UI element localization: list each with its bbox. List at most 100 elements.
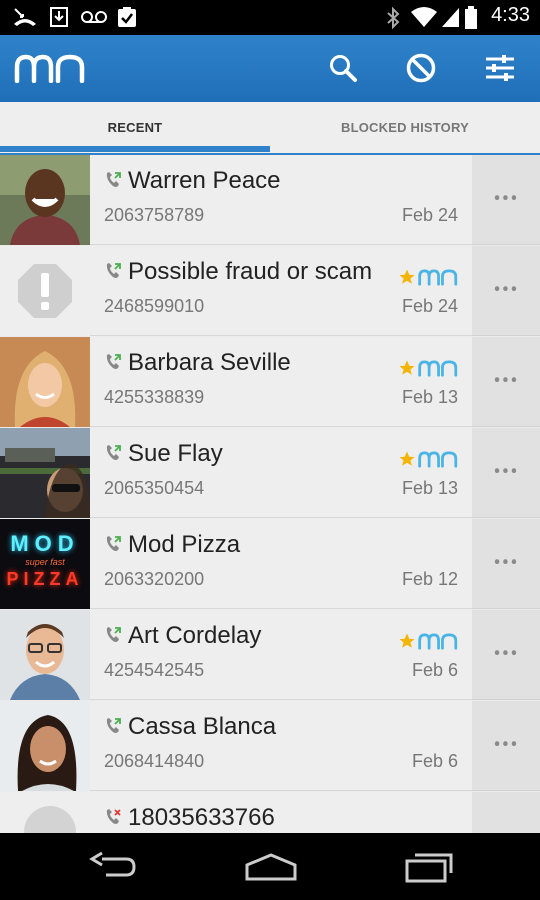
- outgoing-call-icon: [104, 444, 122, 466]
- call-row[interactable]: 18035633766: [0, 792, 472, 833]
- block-icon: [406, 53, 436, 83]
- more-options-button[interactable]: •••: [472, 337, 540, 427]
- clipboard-check-notification-icon: [116, 6, 138, 32]
- star-icon: [399, 269, 415, 284]
- community-badge: [398, 632, 458, 650]
- outgoing-call-icon: [104, 262, 122, 284]
- phone-number: 2063320200: [104, 569, 205, 589]
- list-item[interactable]: Sue Flay 2065350454 Feb 13 •••: [0, 428, 540, 518]
- more-options-button[interactable]: •••: [472, 519, 540, 609]
- contact-name: Barbara Seville: [128, 349, 291, 376]
- more-options-button[interactable]: •••: [472, 428, 540, 518]
- more-options-button[interactable]: •••: [472, 610, 540, 700]
- more-options-button[interactable]: •••: [472, 155, 540, 245]
- call-date: Feb 24: [401, 296, 458, 316]
- list-item[interactable]: Cassa Blanca 2068414840 Feb 6 •••: [0, 701, 540, 791]
- back-button[interactable]: [88, 851, 138, 887]
- call-row[interactable]: Barbara Seville 4255338839 Feb 13: [0, 337, 472, 427]
- neon-sign-text: MOD: [10, 531, 80, 556]
- call-row[interactable]: Art Cordelay 4254542545 Feb 6: [0, 610, 472, 700]
- status-bar: 4:33: [0, 0, 540, 35]
- system-nav-bar: [0, 833, 540, 900]
- clock: 4:33: [491, 4, 530, 26]
- avatar-photo: [0, 610, 90, 700]
- star-icon: [399, 451, 415, 466]
- search-icon: [330, 55, 357, 82]
- list-item[interactable]: Barbara Seville 4255338839 Feb 13 •••: [0, 337, 540, 427]
- avatar-photo: [0, 701, 90, 791]
- call-date: Feb 6: [411, 660, 458, 680]
- search-button[interactable]: [325, 50, 361, 86]
- list-item[interactable]: Art Cordelay 4254542545 Feb 6 •••: [0, 610, 540, 700]
- home-button[interactable]: [243, 851, 299, 887]
- app-logo-icon: [14, 53, 86, 87]
- outgoing-call-icon: [104, 171, 122, 193]
- more-options-button[interactable]: •••: [472, 246, 540, 336]
- neon-sign-text: PIZZA: [6, 569, 84, 589]
- call-list[interactable]: Warren Peace 2063758789 Feb 24 ••• Possi…: [0, 155, 540, 833]
- sliders-icon: [486, 55, 514, 81]
- warning-octagon-icon: [18, 264, 72, 318]
- contact-name: Cassa Blanca: [128, 713, 277, 740]
- phone-number: 2063758789: [104, 205, 205, 225]
- recent-apps-icon: [405, 853, 453, 883]
- avatar-photo: [0, 337, 90, 427]
- contact-name: Warren Peace: [128, 167, 281, 194]
- avatar-photo: MOD super fast PIZZA: [0, 519, 90, 609]
- call-date: Feb 12: [401, 569, 458, 589]
- community-badge: [398, 359, 458, 377]
- brand-logo-icon: [418, 451, 458, 468]
- download-notification-icon: [48, 6, 70, 32]
- more-options-button[interactable]: •••: [472, 701, 540, 791]
- contact-name: 18035633766: [128, 804, 275, 831]
- back-icon: [89, 851, 136, 877]
- bluetooth-icon: [385, 6, 401, 34]
- call-row[interactable]: Sue Flay 2065350454 Feb 13: [0, 428, 472, 518]
- contact-name: Art Cordelay: [128, 622, 262, 649]
- call-row[interactable]: Possible fraud or scam 2468599010 Feb 24: [0, 246, 472, 336]
- call-date: Feb 24: [401, 205, 458, 225]
- settings-button[interactable]: [482, 50, 518, 86]
- outgoing-call-icon: [104, 535, 122, 557]
- list-item[interactable]: Possible fraud or scam 2468599010 Feb 24…: [0, 246, 540, 336]
- outgoing-call-icon: [104, 717, 122, 739]
- avatar-placeholder: [0, 792, 90, 833]
- phone-number: 4254542545: [104, 660, 205, 680]
- star-icon: [399, 633, 415, 648]
- home-icon: [245, 853, 297, 881]
- brand-logo-icon: [418, 360, 458, 377]
- call-date: Feb 13: [401, 387, 458, 407]
- phone-number: 2068414840: [104, 751, 205, 771]
- tab-indicator: [0, 146, 270, 152]
- contact-name: Sue Flay: [128, 440, 223, 467]
- call-row[interactable]: Warren Peace 2063758789 Feb 24: [0, 155, 472, 245]
- call-row[interactable]: Cassa Blanca 2068414840 Feb 6: [0, 701, 472, 791]
- phone-number: 2065350454: [104, 478, 205, 498]
- star-icon: [399, 360, 415, 375]
- tab-blocked-history[interactable]: BLOCKED HISTORY: [270, 102, 540, 153]
- more-options-button[interactable]: [472, 792, 540, 833]
- call-date: Feb 6: [411, 751, 458, 771]
- call-row[interactable]: MOD super fast PIZZA Mod Pizza 206332020…: [0, 519, 472, 609]
- community-badge: [398, 450, 458, 468]
- phone-number: 2468599010: [104, 296, 205, 316]
- neon-sign-text: super fast: [25, 557, 65, 567]
- outgoing-call-icon: [104, 353, 122, 375]
- list-item[interactable]: 18035633766: [0, 792, 540, 833]
- list-item[interactable]: MOD super fast PIZZA Mod Pizza 206332020…: [0, 519, 540, 609]
- call-date: Feb 13: [401, 478, 458, 498]
- wifi-icon: [410, 6, 438, 32]
- missed-call-notification-icon: [12, 6, 38, 32]
- avatar-photo: [0, 428, 90, 518]
- recent-apps-button[interactable]: [403, 851, 455, 887]
- brand-logo-icon: [418, 633, 458, 650]
- avatar-warning: [0, 246, 90, 336]
- cell-signal-icon: [440, 6, 460, 32]
- contact-name: Mod Pizza: [128, 531, 241, 558]
- battery-icon: [464, 6, 478, 34]
- avatar-photo: [0, 155, 90, 245]
- brand-logo-icon: [418, 269, 458, 286]
- list-item[interactable]: Warren Peace 2063758789 Feb 24 •••: [0, 155, 540, 245]
- app-bar: [0, 35, 540, 102]
- block-button[interactable]: [403, 50, 439, 86]
